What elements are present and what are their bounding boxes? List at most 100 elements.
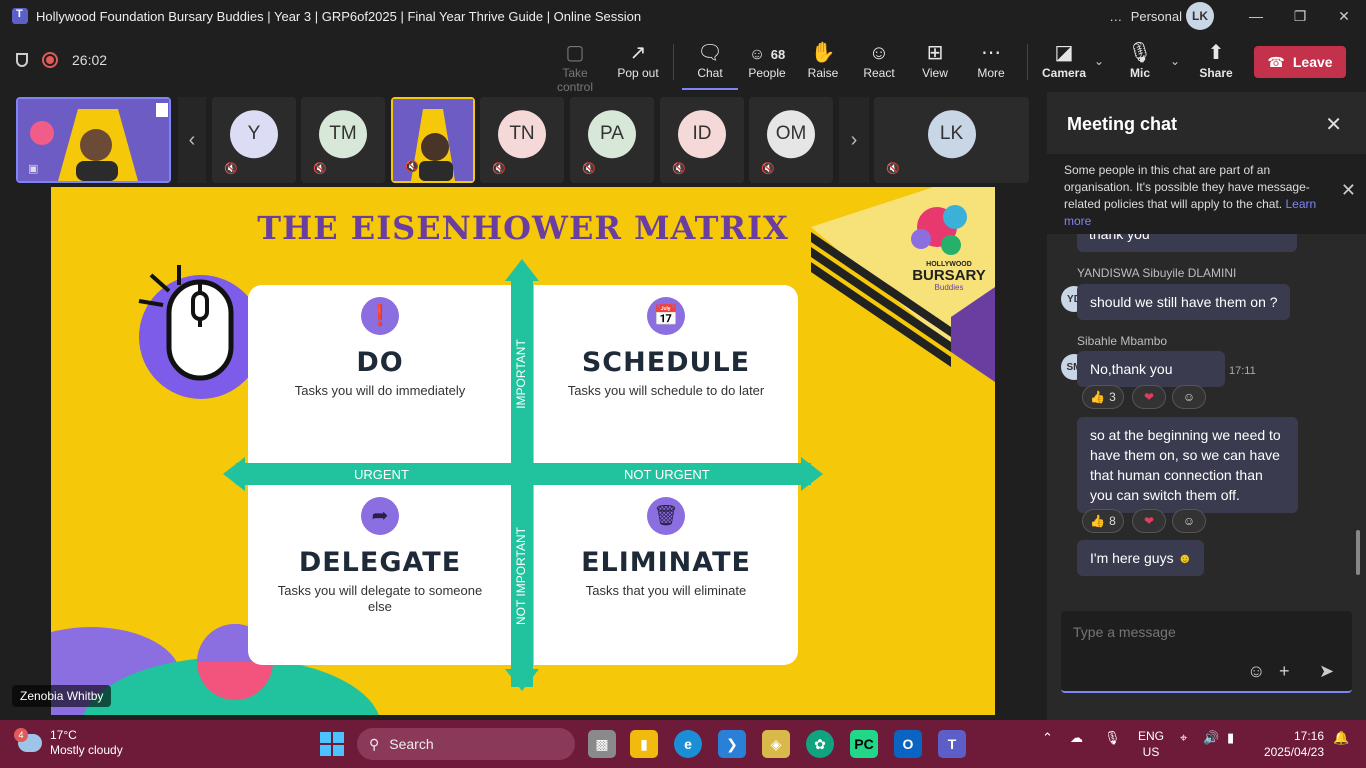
share-icon: ⬆ — [1207, 42, 1225, 64]
meeting-toolbar: 26:02 ▢ Take control ↗ Pop out 🗨 Chat ☺ … — [0, 32, 1366, 94]
mic-muted-icon: 🔇 — [313, 163, 327, 175]
participant-avatar: TM — [319, 110, 367, 159]
take-control-button[interactable]: ▢ Take control — [547, 40, 603, 94]
profile-label[interactable]: Personal — [1131, 9, 1182, 24]
axis-label-not-urgent: NOT URGENT — [624, 467, 710, 482]
temperature: 17°C — [50, 728, 77, 742]
chat-message: No,thank you — [1077, 351, 1225, 387]
people-icon: ☺ 68 — [748, 46, 786, 63]
pop-out-button[interactable]: ↗ Pop out — [610, 40, 666, 80]
add-reaction-button[interactable]: ☺ — [1172, 509, 1206, 533]
profile-avatar[interactable]: LK — [1186, 2, 1214, 30]
mic-muted-icon: 🔇 — [886, 163, 900, 175]
message-input[interactable] — [1073, 621, 1333, 643]
more-options-icon[interactable]: … — [1101, 9, 1131, 24]
start-button[interactable] — [320, 732, 344, 756]
chatgpt-icon[interactable]: ✿ — [806, 730, 834, 758]
taskbar-search[interactable]: ⚲ Search — [357, 728, 575, 760]
axis-label-urgent: URGENT — [354, 467, 409, 482]
plus-icon[interactable]: + — [1279, 661, 1290, 682]
participant-tile[interactable]: OM 🔇 — [749, 97, 833, 183]
participant-tile[interactable]: Y 🔇 — [212, 97, 296, 183]
maximize-icon[interactable]: ❐ — [1278, 8, 1322, 25]
self-video-tile[interactable]: ▣ — [16, 97, 171, 183]
add-reaction-icon: ☺ — [1182, 514, 1196, 528]
chat-message: so at the beginning we need to have them… — [1077, 417, 1298, 513]
weather-widget[interactable]: 4 17°C Mostly cloudy — [14, 728, 123, 758]
thumbs-up-icon: 👍 — [1090, 390, 1106, 404]
send-icon[interactable]: ➤ — [1319, 661, 1334, 682]
package-app-icon[interactable]: ◈ — [762, 730, 790, 758]
participant-avatar: PA — [588, 110, 636, 159]
quadrant-description: Tasks you will do immediately — [294, 383, 466, 398]
wifi-icon[interactable]: ⌖ — [1180, 730, 1187, 746]
mic-options-chevron-icon[interactable]: ⌄ — [1170, 54, 1180, 68]
minimize-icon[interactable]: — — [1234, 8, 1278, 25]
battery-icon[interactable]: ▮ — [1227, 730, 1234, 746]
quadrant-do: ❗ DO Tasks you will do immediately — [248, 285, 512, 464]
participant-tile[interactable]: TM 🔇 — [301, 97, 385, 183]
notification-bell-icon[interactable]: 🔔 — [1333, 730, 1349, 746]
hand-icon: ✋ — [810, 42, 836, 64]
camera-options-chevron-icon[interactable]: ⌄ — [1094, 54, 1104, 68]
recording-icon — [42, 52, 58, 68]
strip-prev-button[interactable]: ‹ — [178, 97, 206, 183]
teams-icon[interactable]: T — [938, 730, 966, 758]
react-button[interactable]: ☺ React — [851, 40, 907, 80]
mic-button[interactable]: 🎙 Mic — [1112, 40, 1168, 80]
like-reaction[interactable]: 👍 3 — [1082, 385, 1124, 409]
participant-tile[interactable]: ID 🔇 — [660, 97, 744, 183]
mic-muted-icon: 🔇 — [672, 163, 686, 175]
people-button[interactable]: ☺ 68 People — [739, 40, 795, 80]
heart-reaction[interactable]: ❤ — [1132, 385, 1166, 409]
emoji-icon[interactable]: ☺ — [1247, 661, 1265, 682]
close-window-icon[interactable]: ✕ — [1322, 8, 1366, 25]
self-tile[interactable]: LK 🔇 — [874, 97, 1029, 183]
search-icon: ⚲ — [369, 735, 380, 752]
pycharm-icon[interactable]: PC — [850, 730, 878, 758]
meeting-status: 26:02 — [16, 52, 107, 68]
axis-label-not-important: NOT IMPORTANT — [514, 527, 528, 626]
participant-tile[interactable]: PA 🔇 — [570, 97, 654, 183]
mic-muted-icon: 🔇 — [761, 163, 775, 175]
task-view-icon[interactable]: ▩ — [588, 730, 616, 758]
dismiss-notice-icon[interactable]: ✕ — [1341, 181, 1356, 199]
message-composer: ☺ + ➤ — [1061, 611, 1352, 693]
presenter-video-tile[interactable]: 🔇 — [391, 97, 475, 183]
volume-icon[interactable]: 🔊 — [1203, 730, 1219, 746]
outlook-icon[interactable]: O — [894, 730, 922, 758]
chat-icon: 🗨 — [697, 42, 723, 64]
system-clock[interactable]: 17:16 2025/04/23 — [1258, 728, 1324, 760]
share-button[interactable]: ⬆ Share — [1188, 40, 1244, 80]
chat-button[interactable]: 🗨 Chat — [682, 40, 738, 90]
onedrive-icon[interactable]: ☁ — [1070, 730, 1083, 746]
share-arrow-icon: ➦ — [361, 497, 399, 535]
heart-reaction[interactable]: ❤ — [1132, 509, 1166, 533]
add-reaction-button[interactable]: ☺ — [1172, 385, 1206, 409]
input-language[interactable]: ENG US — [1138, 728, 1164, 760]
chat-scrollbar[interactable] — [1356, 530, 1360, 575]
bursary-buddies-logo: HOLLYWOOD BURSARY Buddies — [909, 261, 989, 292]
file-explorer-icon[interactable]: ▮ — [630, 730, 658, 758]
participant-avatar: TN — [498, 110, 546, 159]
edge-browser-icon[interactable]: e — [674, 730, 702, 758]
view-button[interactable]: ⊞ View — [907, 40, 963, 80]
like-reaction[interactable]: 👍 8 — [1082, 509, 1124, 533]
microphone-icon[interactable]: 🎙 — [1104, 730, 1121, 746]
chevron-up-icon[interactable]: ⌃ — [1042, 730, 1053, 746]
more-button[interactable]: ⋯ More — [963, 40, 1019, 80]
logo-sub-text: Buddies — [934, 283, 964, 292]
vscode-icon[interactable]: ❯ — [718, 730, 746, 758]
policy-notice: Some people in this chat are part of an … — [1047, 154, 1366, 234]
raise-hand-button[interactable]: ✋ Raise — [795, 40, 851, 80]
chevron-left-icon: ‹ — [188, 128, 196, 151]
axis-label-important: IMPORTANT — [514, 339, 528, 409]
camera-button[interactable]: ◪ Camera — [1036, 40, 1092, 80]
close-icon[interactable]: ✕ — [1325, 112, 1342, 137]
mic-muted-icon: 🔇 — [405, 161, 419, 173]
strip-next-button[interactable]: › — [839, 97, 869, 183]
message-sender: YANDISWA Sibuyile DLAMINI — [1077, 266, 1237, 280]
participant-tile[interactable]: TN 🔇 — [480, 97, 564, 183]
chat-message: I'm here guys ☻ — [1077, 540, 1205, 576]
leave-button[interactable]: ☎ Leave — [1254, 46, 1346, 78]
